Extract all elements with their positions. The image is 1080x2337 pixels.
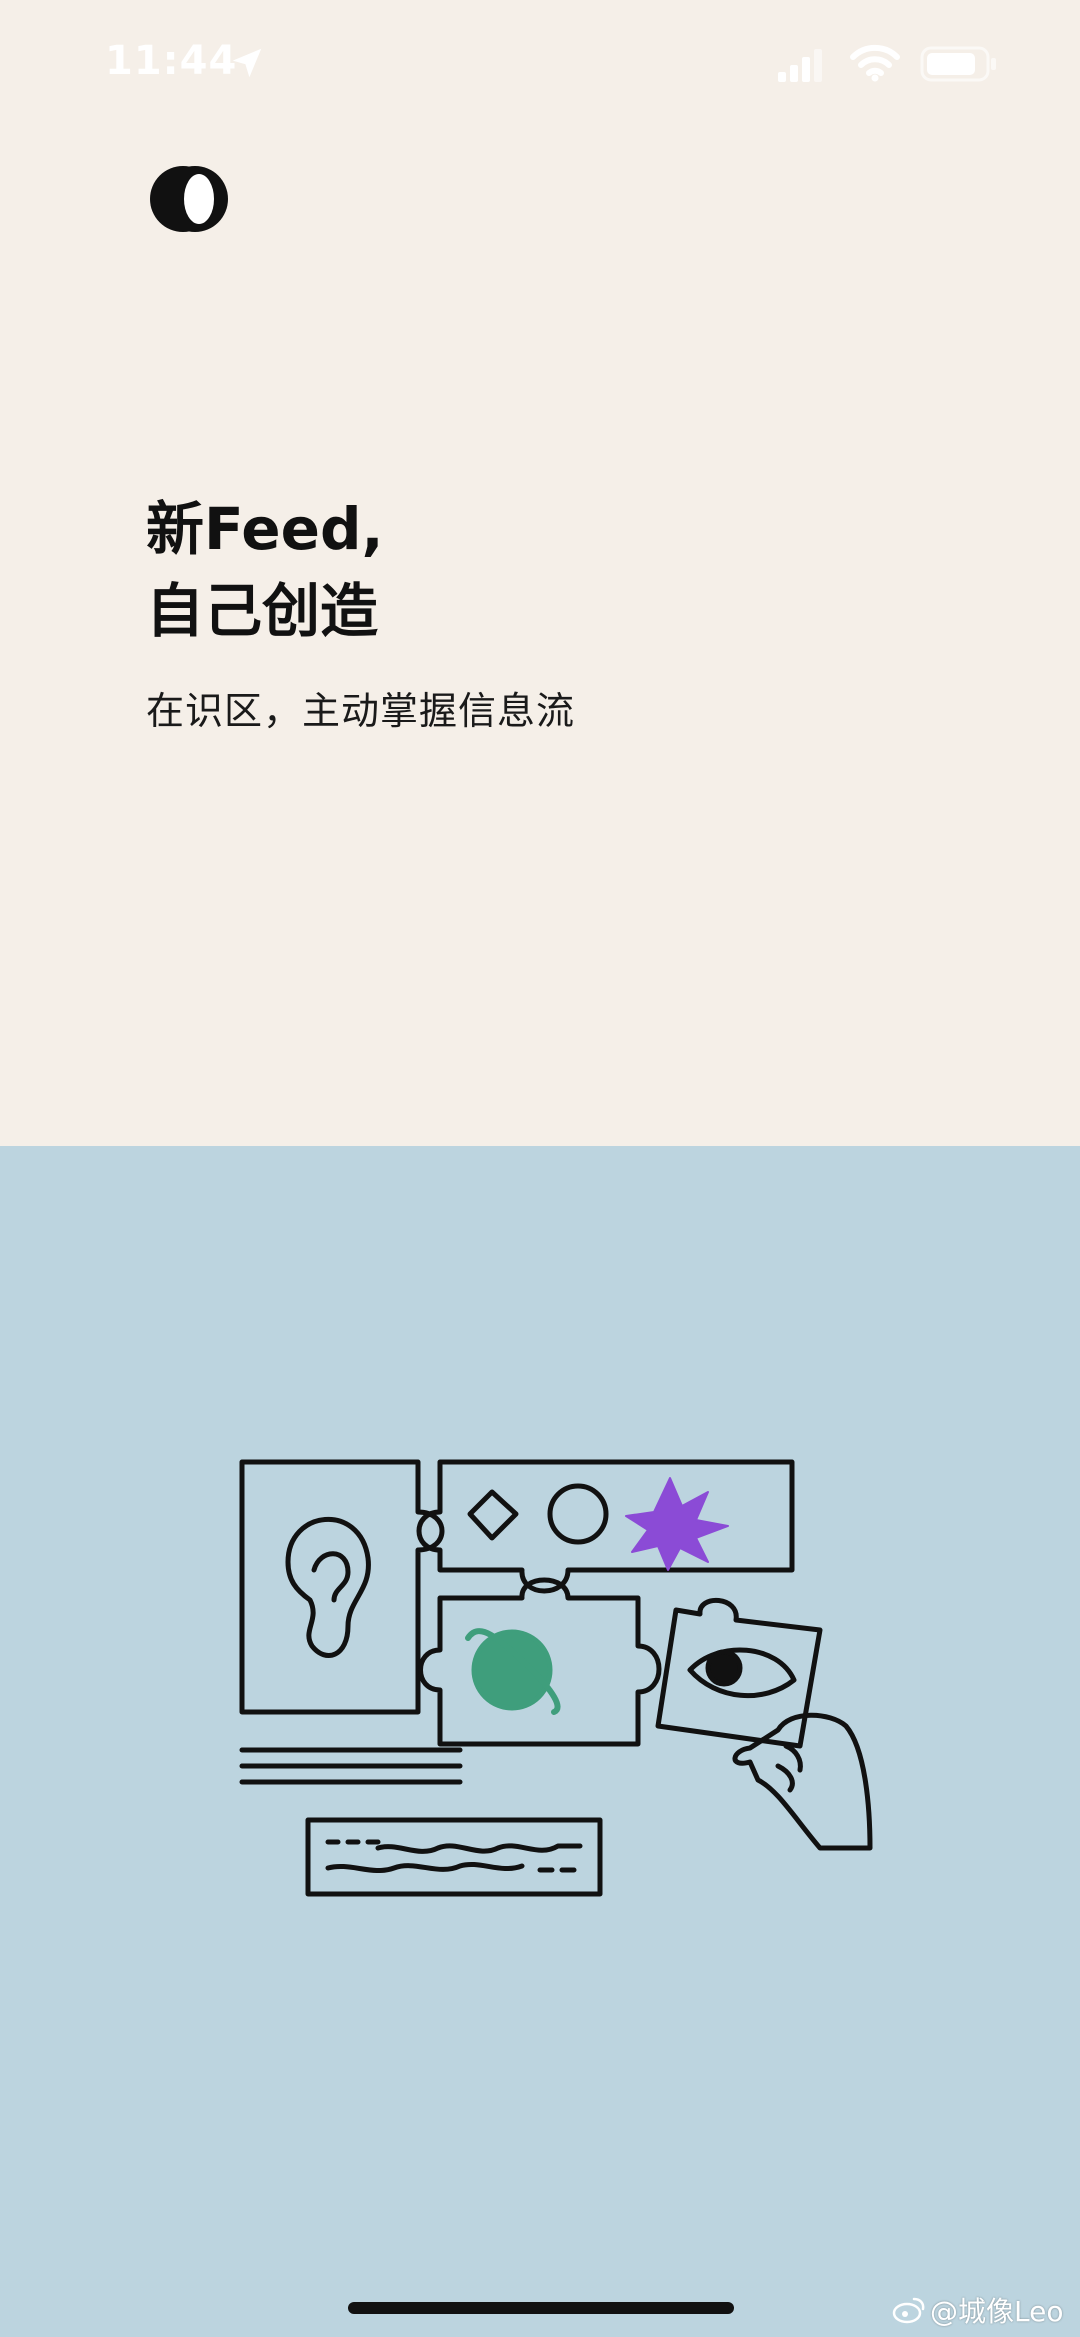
pupil-icon xyxy=(705,1649,743,1687)
battery-icon xyxy=(920,46,996,82)
headline-line-1: 新Feed, xyxy=(146,495,384,563)
hand-detail-1 xyxy=(783,1743,803,1773)
circle-icon xyxy=(547,1483,609,1545)
onboarding-headline: 新Feed, 自己创造 xyxy=(146,488,384,652)
ear-icon xyxy=(285,1517,371,1658)
headline-line-2: 自己创造 xyxy=(146,577,379,645)
hand-detail-2 xyxy=(775,1763,795,1793)
diamond-icon xyxy=(467,1489,519,1541)
watermark: @城像Leo xyxy=(892,2290,1063,2330)
ear-inner-detail xyxy=(311,1551,351,1603)
puzzle-illustration xyxy=(239,1459,873,1897)
eye-icon xyxy=(687,1647,797,1699)
weibo-icon xyxy=(892,2297,925,2324)
onboarding-subtitle: 在识区，主动掌握信息流 xyxy=(146,689,576,733)
scribble-line-2 xyxy=(325,1862,525,1874)
scribble-card xyxy=(305,1817,603,1897)
scribble-line-1 xyxy=(375,1843,583,1854)
location-arrow-icon xyxy=(232,48,262,78)
planet-icon xyxy=(471,1629,553,1711)
watermark-text: @城像Leo xyxy=(930,2295,1064,2328)
cellular-signal-icon xyxy=(778,49,822,82)
wifi-icon xyxy=(850,44,900,82)
home-indicator[interactable] xyxy=(348,2302,734,2314)
burst-icon xyxy=(625,1477,729,1571)
status-time: 11:44 xyxy=(105,38,238,84)
app-logo-icon xyxy=(150,166,228,232)
